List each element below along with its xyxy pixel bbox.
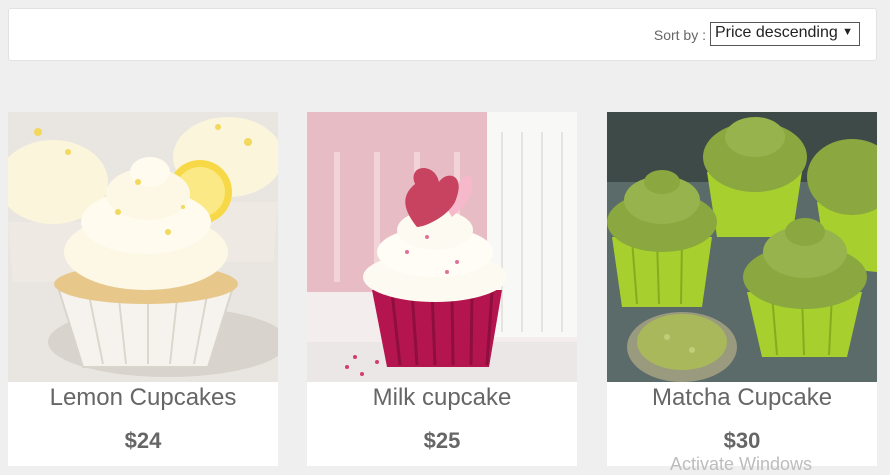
lemon-cupcake-illustration [8,112,278,382]
product-card-matcha[interactable]: Matcha Cupcake $30 [607,112,877,466]
sort-toolbar: Sort by : Price descending ▼ [8,8,877,61]
sort-select[interactable]: Price descending ▼ [710,22,860,46]
product-image-milk[interactable] [307,112,577,382]
sort-select-value: Price descending [715,24,838,41]
product-price: $25 [423,428,461,453]
matcha-cupcake-illustration [607,112,877,382]
dropdown-arrow-icon: ▼ [842,26,853,38]
product-image-matcha[interactable] [607,112,877,382]
product-price: $30 [723,428,761,453]
product-name[interactable]: Matcha Cupcake [607,384,877,412]
sort-label: Sort by : [653,27,706,43]
product-name[interactable]: Lemon Cupcakes [8,384,278,412]
product-image-lemon[interactable] [8,112,278,382]
product-card-milk[interactable]: Milk cupcake $25 [307,112,577,466]
milk-cupcake-illustration [307,112,577,382]
product-card-lemon[interactable]: Lemon Cupcakes $24 [8,112,278,466]
activate-windows-watermark: Activate Windows [670,454,813,474]
product-price: $24 [124,428,162,453]
product-name[interactable]: Milk cupcake [307,384,577,412]
